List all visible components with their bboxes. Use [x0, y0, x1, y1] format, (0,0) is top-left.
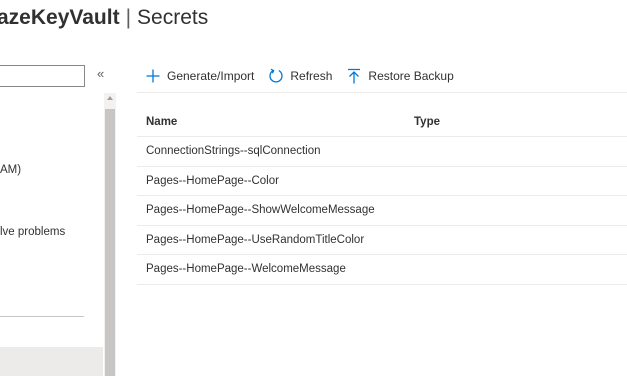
table-row[interactable]: Pages--HomePage--Color [137, 167, 627, 196]
table-header: Name Type [137, 107, 627, 137]
table-row[interactable]: Pages--HomePage--WelcomeMessage [137, 255, 627, 285]
toolbar-divider [137, 92, 627, 93]
table-row[interactable]: Pages--HomePage--UseRandomTitleColor [137, 226, 627, 255]
secret-name[interactable]: ConnectionStrings--sqlConnection [137, 145, 405, 157]
menu-item-access-policies[interactable]: AM) [0, 164, 21, 176]
blade-title: Secrets [137, 6, 209, 29]
plus-icon [145, 68, 161, 84]
column-header-name[interactable]: Name [137, 116, 405, 128]
secret-name[interactable]: Pages--HomePage--Color [137, 175, 405, 187]
generate-import-label: Generate/Import [167, 69, 255, 83]
page-title: azeKeyVault | Secrets [0, 6, 208, 30]
upload-icon [346, 68, 362, 84]
menu-divider [0, 316, 84, 317]
secret-name[interactable]: Pages--HomePage--WelcomeMessage [137, 263, 405, 275]
refresh-icon [268, 68, 284, 84]
collapse-menu-button[interactable]: « [97, 66, 104, 81]
menu-item-diagnose[interactable]: lve problems [0, 226, 65, 238]
refresh-label: Refresh [290, 69, 333, 83]
command-bar: Generate/Import Refresh Restore Backup [145, 66, 468, 86]
scroll-up-arrow-icon[interactable] [107, 96, 113, 100]
scrollbar-thumb[interactable] [105, 109, 115, 376]
table-row[interactable]: ConnectionStrings--sqlConnection [137, 137, 627, 167]
restore-backup-label: Restore Backup [368, 69, 454, 83]
refresh-button[interactable]: Refresh [268, 68, 332, 84]
menu-search-input[interactable] [0, 65, 85, 87]
title-separator: | [125, 6, 132, 29]
secret-name[interactable]: Pages--HomePage--ShowWelcomeMessage [137, 204, 405, 216]
resource-name: azeKeyVault [0, 6, 120, 29]
column-header-type[interactable]: Type [405, 116, 440, 128]
table-row[interactable]: Pages--HomePage--ShowWelcomeMessage [137, 196, 627, 226]
secrets-table: Name Type ConnectionStrings--sqlConnecti… [137, 107, 627, 285]
generate-import-button[interactable]: Generate/Import [145, 68, 254, 84]
secret-name[interactable]: Pages--HomePage--UseRandomTitleColor [137, 234, 405, 246]
menu-item-secrets-selected[interactable] [0, 347, 103, 376]
restore-backup-button[interactable]: Restore Backup [346, 68, 454, 84]
